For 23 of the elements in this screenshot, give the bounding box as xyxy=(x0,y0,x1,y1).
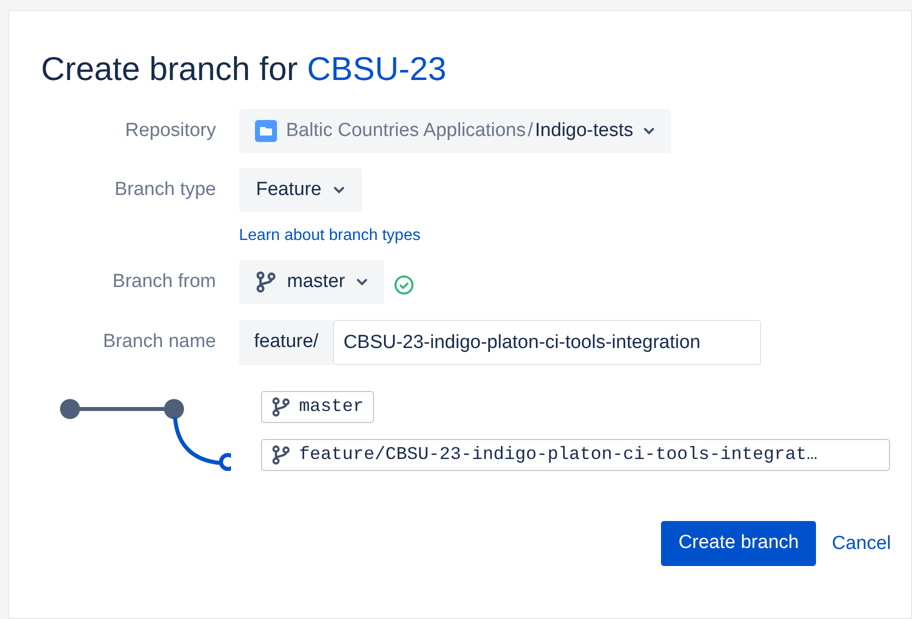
chevron-icon xyxy=(643,127,656,135)
chevron-icon xyxy=(356,278,368,286)
chevron-icon xyxy=(333,186,346,194)
repository-select[interactable]: Baltic Countries Applications/Indigo-tests xyxy=(239,109,672,153)
dialog-title: Create branch for CBSU-23 xyxy=(41,49,448,89)
field-label: Branch name xyxy=(102,330,217,354)
field-label: Branch type xyxy=(114,178,217,202)
create-branch-button[interactable]: Create branch xyxy=(661,521,816,566)
folder-icon xyxy=(255,120,277,142)
branch-name-field[interactable]: CBSU-23-indigo-platon-ci-tools-integration xyxy=(333,320,762,365)
branch-icon xyxy=(271,445,291,465)
field-label: Repository xyxy=(124,119,217,143)
field-label: Branch from xyxy=(112,270,217,294)
branch-chip: feature/CBSU-23-indigo-platon-ci-tools-integrat… xyxy=(261,439,890,471)
branch-from-select[interactable]: master xyxy=(239,260,384,304)
cancel-link[interactable]: Cancel xyxy=(832,521,891,566)
branch-icon xyxy=(271,397,291,417)
learn-link[interactable]: Learn about branch types xyxy=(239,225,420,247)
branch-type-select[interactable]: Feature xyxy=(239,168,362,212)
prefix-label: feature/ xyxy=(239,320,334,365)
branch-chip: master xyxy=(261,391,374,423)
check-icon xyxy=(394,275,414,295)
branch-icon xyxy=(255,271,277,293)
